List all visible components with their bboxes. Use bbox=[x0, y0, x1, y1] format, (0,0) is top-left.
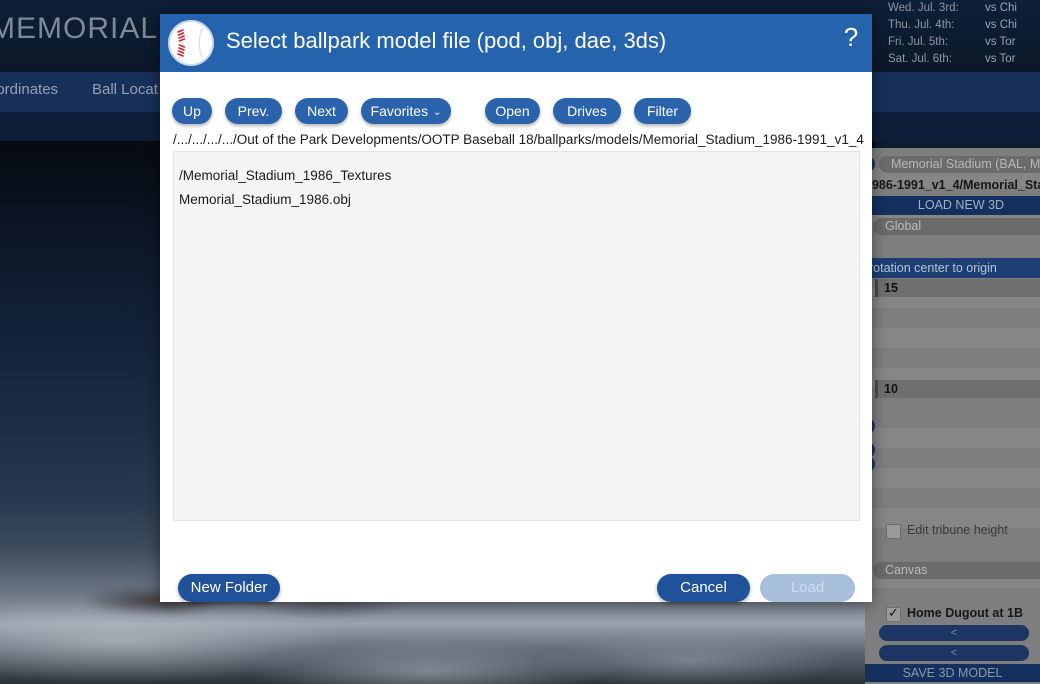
load-new-3d-button[interactable]: LOAD NEW 3D bbox=[871, 196, 1040, 215]
panel-row bbox=[865, 308, 1040, 328]
panel-row bbox=[865, 448, 1040, 468]
panel-row bbox=[865, 348, 1040, 368]
schedule-row: Fri. Jul. 5th: vs Tor bbox=[880, 34, 1040, 51]
prev-button[interactable]: Prev. bbox=[225, 98, 282, 124]
screen: MEMORIAL ST Wed. Jul. 3rd: vs Chi Thu. J… bbox=[0, 0, 1040, 684]
schedule-row: Sat. Jul. 6th: vs Tor bbox=[880, 51, 1040, 68]
ballpark-model-file-dialog: Select ballpark model file (pod, obj, da… bbox=[160, 14, 872, 602]
schedule-opponent: vs Tor bbox=[985, 53, 1016, 65]
panel-row bbox=[865, 488, 1040, 508]
current-path-breadcrumb: /.../.../.../.../Out of the Park Develop… bbox=[173, 132, 864, 147]
schedule-opponent: vs Tor bbox=[985, 36, 1016, 48]
list-item[interactable]: /Memorial_Stadium_1986_Textures bbox=[174, 164, 859, 188]
save-3d-model-button[interactable]: SAVE 3D MODEL bbox=[865, 664, 1040, 682]
dialog-toolbar: Up Prev. Next Favorites ⌄ Open Drives Fil… bbox=[160, 72, 872, 124]
help-icon[interactable]: ? bbox=[838, 22, 864, 52]
edit-tribune-height-checkbox[interactable] bbox=[886, 524, 901, 539]
home-dugout-at-1b-label: Home Dugout at 1B bbox=[907, 606, 1023, 620]
secondary-value-field[interactable]: 10 bbox=[875, 380, 1040, 398]
filter-button[interactable]: Filter bbox=[634, 98, 691, 124]
schedule-date: Wed. Jul. 3rd: bbox=[888, 2, 959, 14]
rotation-center-banner[interactable]: rotation center to origin bbox=[865, 258, 1040, 278]
nav-item-ball-locations[interactable]: Ball Locat bbox=[92, 81, 158, 98]
rotation-value-field[interactable]: 15 bbox=[875, 279, 1040, 297]
schedule-date: Fri. Jul. 5th: bbox=[888, 36, 949, 48]
home-dugout-at-1b-checkbox[interactable] bbox=[886, 605, 901, 622]
load-button: Load bbox=[760, 574, 855, 602]
dugout-3b-prev-button[interactable]: < bbox=[879, 645, 1029, 661]
drives-button[interactable]: Drives bbox=[553, 98, 621, 124]
schedule-date: Thu. Jul. 4th: bbox=[888, 19, 955, 31]
dialog-title: Select ballpark model file (pod, obj, da… bbox=[226, 28, 667, 53]
schedule-row: Thu. Jul. 4th: vs Chi bbox=[880, 17, 1040, 34]
dugout-1b-prev-button[interactable]: < bbox=[879, 625, 1029, 641]
favorites-label: Favorites bbox=[370, 103, 429, 119]
ballpark-3d-editor-panel: Memorial Stadium (BAL, MI 1986-1991_v1_4… bbox=[857, 148, 1040, 684]
panel-row bbox=[865, 428, 1040, 448]
next-button[interactable]: Next bbox=[295, 98, 348, 124]
panel-row bbox=[865, 468, 1040, 488]
model-path-text: 1986-1991_v1_4/Memorial_Sta bbox=[865, 178, 1040, 192]
ballpark-name-dropdown[interactable]: Memorial Stadium (BAL, MI bbox=[879, 156, 1040, 173]
baseball-icon bbox=[166, 18, 216, 68]
file-list[interactable]: /Memorial_Stadium_1986_Textures Memorial… bbox=[173, 151, 860, 521]
global-scope-dropdown[interactable]: Global bbox=[873, 218, 1040, 235]
edit-tribune-height-label: Edit tribune height bbox=[907, 523, 1008, 537]
panel-row bbox=[865, 408, 1040, 428]
schedule-row: Wed. Jul. 3rd: vs Chi bbox=[880, 0, 1040, 17]
cancel-button[interactable]: Cancel bbox=[657, 574, 750, 602]
panel-row bbox=[865, 328, 1040, 348]
schedule-opponent: vs Chi bbox=[985, 19, 1017, 31]
open-button[interactable]: Open bbox=[485, 98, 540, 124]
favorites-dropdown[interactable]: Favorites ⌄ bbox=[361, 98, 451, 124]
schedule-opponent: vs Chi bbox=[985, 2, 1017, 14]
up-button[interactable]: Up bbox=[172, 98, 212, 124]
dialog-title-bar: Select ballpark model file (pod, obj, da… bbox=[160, 14, 872, 72]
new-folder-button[interactable]: New Folder bbox=[178, 574, 280, 602]
nav-item-coordinates[interactable]: oordinates bbox=[0, 81, 58, 98]
list-item[interactable]: Memorial_Stadium_1986.obj bbox=[174, 188, 859, 212]
chevron-down-icon: ⌄ bbox=[433, 107, 442, 118]
canvas-dropdown[interactable]: Canvas bbox=[873, 562, 1040, 579]
schedule-date: Sat. Jul. 6th: bbox=[888, 53, 952, 65]
upcoming-schedule-list: Wed. Jul. 3rd: vs Chi Thu. Jul. 4th: vs … bbox=[880, 0, 1040, 68]
